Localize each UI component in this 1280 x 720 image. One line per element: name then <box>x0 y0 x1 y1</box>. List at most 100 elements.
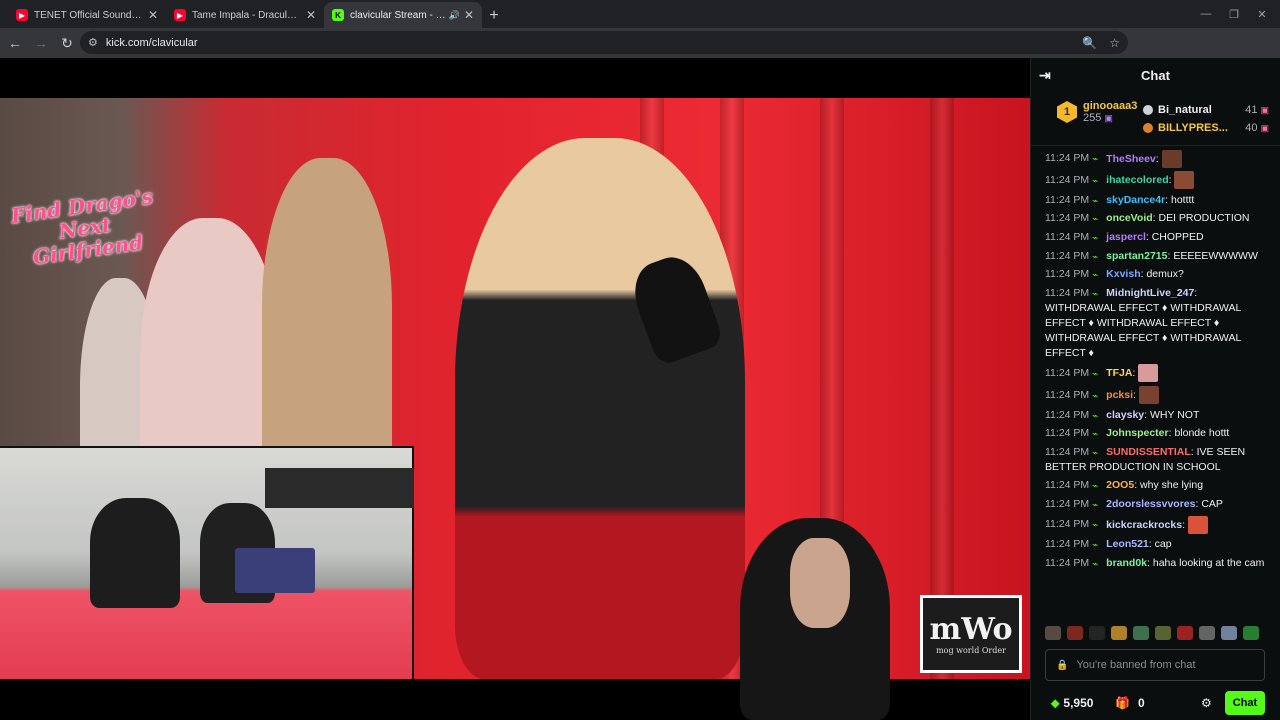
settings-gear-icon[interactable]: ⚙ <box>1201 696 1212 710</box>
speaker-icon[interactable]: 🔊 <box>449 10 460 21</box>
points-value: 5,950 <box>1063 696 1094 710</box>
reload-icon[interactable]: ↻ <box>54 30 80 56</box>
gift-icon: ▣ <box>1260 122 1269 133</box>
tab-tame-impala[interactable]: ▶ Tame Impala - Dracula (Official ✕ <box>166 2 324 28</box>
message-timestamp: 11:24 PM <box>1045 556 1090 569</box>
message-timestamp: 11:24 PM <box>1045 230 1090 243</box>
chat-message: 11:24 PM ⌁ Johnspecter: blonde hottt <box>1045 427 1230 441</box>
bronze-badge-icon <box>1143 123 1153 133</box>
browser-tabbar: ▶ TENET Official Soundtrack | FUL ✕ ▶ Ta… <box>0 0 1280 28</box>
message-username[interactable]: pcksi <box>1106 389 1133 401</box>
message-username[interactable]: 2doorslessvvores <box>1106 498 1195 510</box>
logo-subtitle: mog world Order <box>936 645 1006 655</box>
sub-badge-icon: ⌁ <box>1092 270 1099 282</box>
count-value: 0 <box>1137 696 1145 710</box>
gifter-name: ginooaaa3 <box>1083 100 1138 112</box>
sub-badge-icon: ⌁ <box>1092 410 1099 422</box>
tab-title: Tame Impala - Dracula (Official <box>192 9 302 21</box>
lock-icon: 🔒 <box>1056 659 1069 671</box>
chat-message: 11:24 PM ⌁ spartan2715: EEEEEWWWWW <box>1045 249 1258 263</box>
message-username[interactable]: brand0k <box>1106 557 1147 569</box>
tab-tenet[interactable]: ▶ TENET Official Soundtrack | FUL ✕ <box>8 2 166 28</box>
subscription-count[interactable]: 🎁 0 <box>1115 696 1145 710</box>
chat-message: 11:24 PM ⌁ kickcrackrocks: <box>1045 515 1267 534</box>
top-gifter-3[interactable]: BILLYPRES... 40 ▣ <box>1143 122 1269 134</box>
message-username[interactable]: Leon521 <box>1106 538 1149 550</box>
close-icon[interactable]: ✕ <box>306 8 316 22</box>
message-username[interactable]: jaspercl <box>1106 231 1146 243</box>
message-username[interactable]: kickcrackrocks <box>1106 518 1182 530</box>
chat-messages[interactable]: 11:24 PM ⌁ TheSheev: 11:24 PM ⌁ ihatecolored… <box>1031 146 1280 630</box>
video-player[interactable]: Find Drago's Next Girlfriend mWo mog wor… <box>0 58 1030 720</box>
close-window-icon[interactable]: ✕ <box>1242 0 1280 28</box>
sub-badge-icon: ⌁ <box>1092 481 1099 493</box>
silver-badge-icon <box>1143 105 1153 115</box>
message-timestamp: 11:24 PM <box>1045 249 1090 262</box>
badge-text: Find Drago's Next Girlfriend <box>9 184 155 270</box>
collapse-chat-icon[interactable]: ⇥ <box>1039 67 1051 84</box>
top-gifters: 1 ginooaaa3 255 ▣ Bi_natural 41 ▣ BILLYP… <box>1031 92 1280 146</box>
message-timestamp: 11:24 PM <box>1045 268 1090 281</box>
chat-message: 11:24 PM ⌁ TFJA: <box>1045 364 1267 383</box>
channel-points[interactable]: ⬥ 5,950 <box>1051 696 1093 711</box>
streamer-webcam <box>700 518 920 720</box>
message-username[interactable]: claysky <box>1106 409 1144 421</box>
message-text: blonde hottt <box>1174 427 1230 440</box>
close-icon[interactable]: ✕ <box>464 8 474 22</box>
message-username[interactable]: Kxvish <box>1106 268 1140 280</box>
back-icon[interactable]: ← <box>2 30 28 56</box>
message-username[interactable]: TFJA <box>1106 367 1132 379</box>
message-username[interactable]: MidnightLive_247 <box>1106 287 1194 299</box>
gift-box-icon: 🎁 <box>1115 696 1130 710</box>
message-username[interactable]: 2OO5 <box>1106 479 1134 491</box>
chat-message: 11:24 PM ⌁ onceVoid: DEI PRODUCTION <box>1045 212 1250 226</box>
sub-badge-icon: ⌁ <box>1092 195 1099 207</box>
chat-input[interactable]: 🔒 You're banned from chat <box>1045 649 1265 681</box>
sub-badge-icon: ⌁ <box>1092 390 1099 402</box>
gift-icon: ▣ <box>1260 104 1269 115</box>
tab-clavicular[interactable]: K clavicular Stream - Watch Li 🔊 ✕ <box>324 2 482 28</box>
sub-badge-icon: ⌁ <box>1092 154 1099 166</box>
message-text: CAP <box>1201 497 1223 510</box>
emote-image <box>1138 364 1159 383</box>
site-info-icon[interactable]: ⚙ <box>88 36 98 49</box>
top-gifter-1[interactable]: 1 ginooaaa3 255 ▣ <box>1057 100 1137 124</box>
message-username[interactable]: Johnspecter <box>1106 427 1168 439</box>
message-text: EEEEEWWWWW <box>1173 249 1258 262</box>
sub-badge-icon: ⌁ <box>1092 447 1099 459</box>
address-bar[interactable]: ⚙ kick.com/clavicular 🔍 ☆ <box>80 31 1128 54</box>
chat-input-placeholder: You're banned from chat <box>1076 659 1196 671</box>
mog-world-order-logo: mWo mog world Order <box>920 595 1022 673</box>
zoom-icon[interactable]: 🔍 <box>1082 36 1097 50</box>
bookmark-star-icon[interactable]: ☆ <box>1109 36 1120 50</box>
new-tab-button[interactable]: + <box>482 4 506 28</box>
send-chat-button[interactable]: Chat <box>1225 691 1265 715</box>
top-gifter-2[interactable]: Bi_natural 41 ▣ <box>1143 104 1269 116</box>
gift-icon: ▣ <box>1104 113 1113 123</box>
chat-message: 11:24 PM ⌁ TheSheev: <box>1045 149 1267 168</box>
message-username[interactable]: ihatecolored <box>1106 174 1168 186</box>
message-text: demux? <box>1146 268 1184 281</box>
close-icon[interactable]: ✕ <box>148 8 158 22</box>
message-username[interactable]: spartan2715 <box>1106 250 1167 262</box>
message-timestamp: 11:24 PM <box>1045 212 1090 225</box>
message-username[interactable]: onceVoid <box>1106 212 1152 224</box>
rank-badge: 1 <box>1057 101 1077 123</box>
emote-image <box>1174 171 1195 190</box>
message-username[interactable]: TheSheev <box>1106 152 1156 164</box>
message-timestamp: 11:24 PM <box>1045 408 1090 421</box>
sub-badge-icon: ⌁ <box>1092 499 1099 511</box>
sub-badge-icon: ⌁ <box>1092 288 1099 300</box>
chat-message: 11:24 PM ⌁ Kxvish: demux? <box>1045 268 1184 282</box>
forward-icon[interactable]: → <box>28 30 54 56</box>
chat-message: 11:24 PM ⌁ 2OO5: why she lying <box>1045 479 1204 493</box>
chat-message: 11:24 PM ⌁ MidnightLive_247: WITHDRAWAL EF… <box>1045 286 1241 359</box>
emote-quickbar[interactable] <box>1045 626 1275 642</box>
sub-badge-icon: ⌁ <box>1092 214 1099 226</box>
show-title-badge: Find Drago's Next Girlfriend <box>1 148 169 308</box>
emote-image <box>1138 385 1159 404</box>
message-username[interactable]: skyDance4r <box>1106 194 1165 206</box>
chat-message: 11:24 PM ⌁ ihatecolored: <box>1045 171 1267 190</box>
youtube-icon: ▶ <box>174 9 186 21</box>
message-username[interactable]: SUNDISSENTIAL <box>1106 446 1191 458</box>
